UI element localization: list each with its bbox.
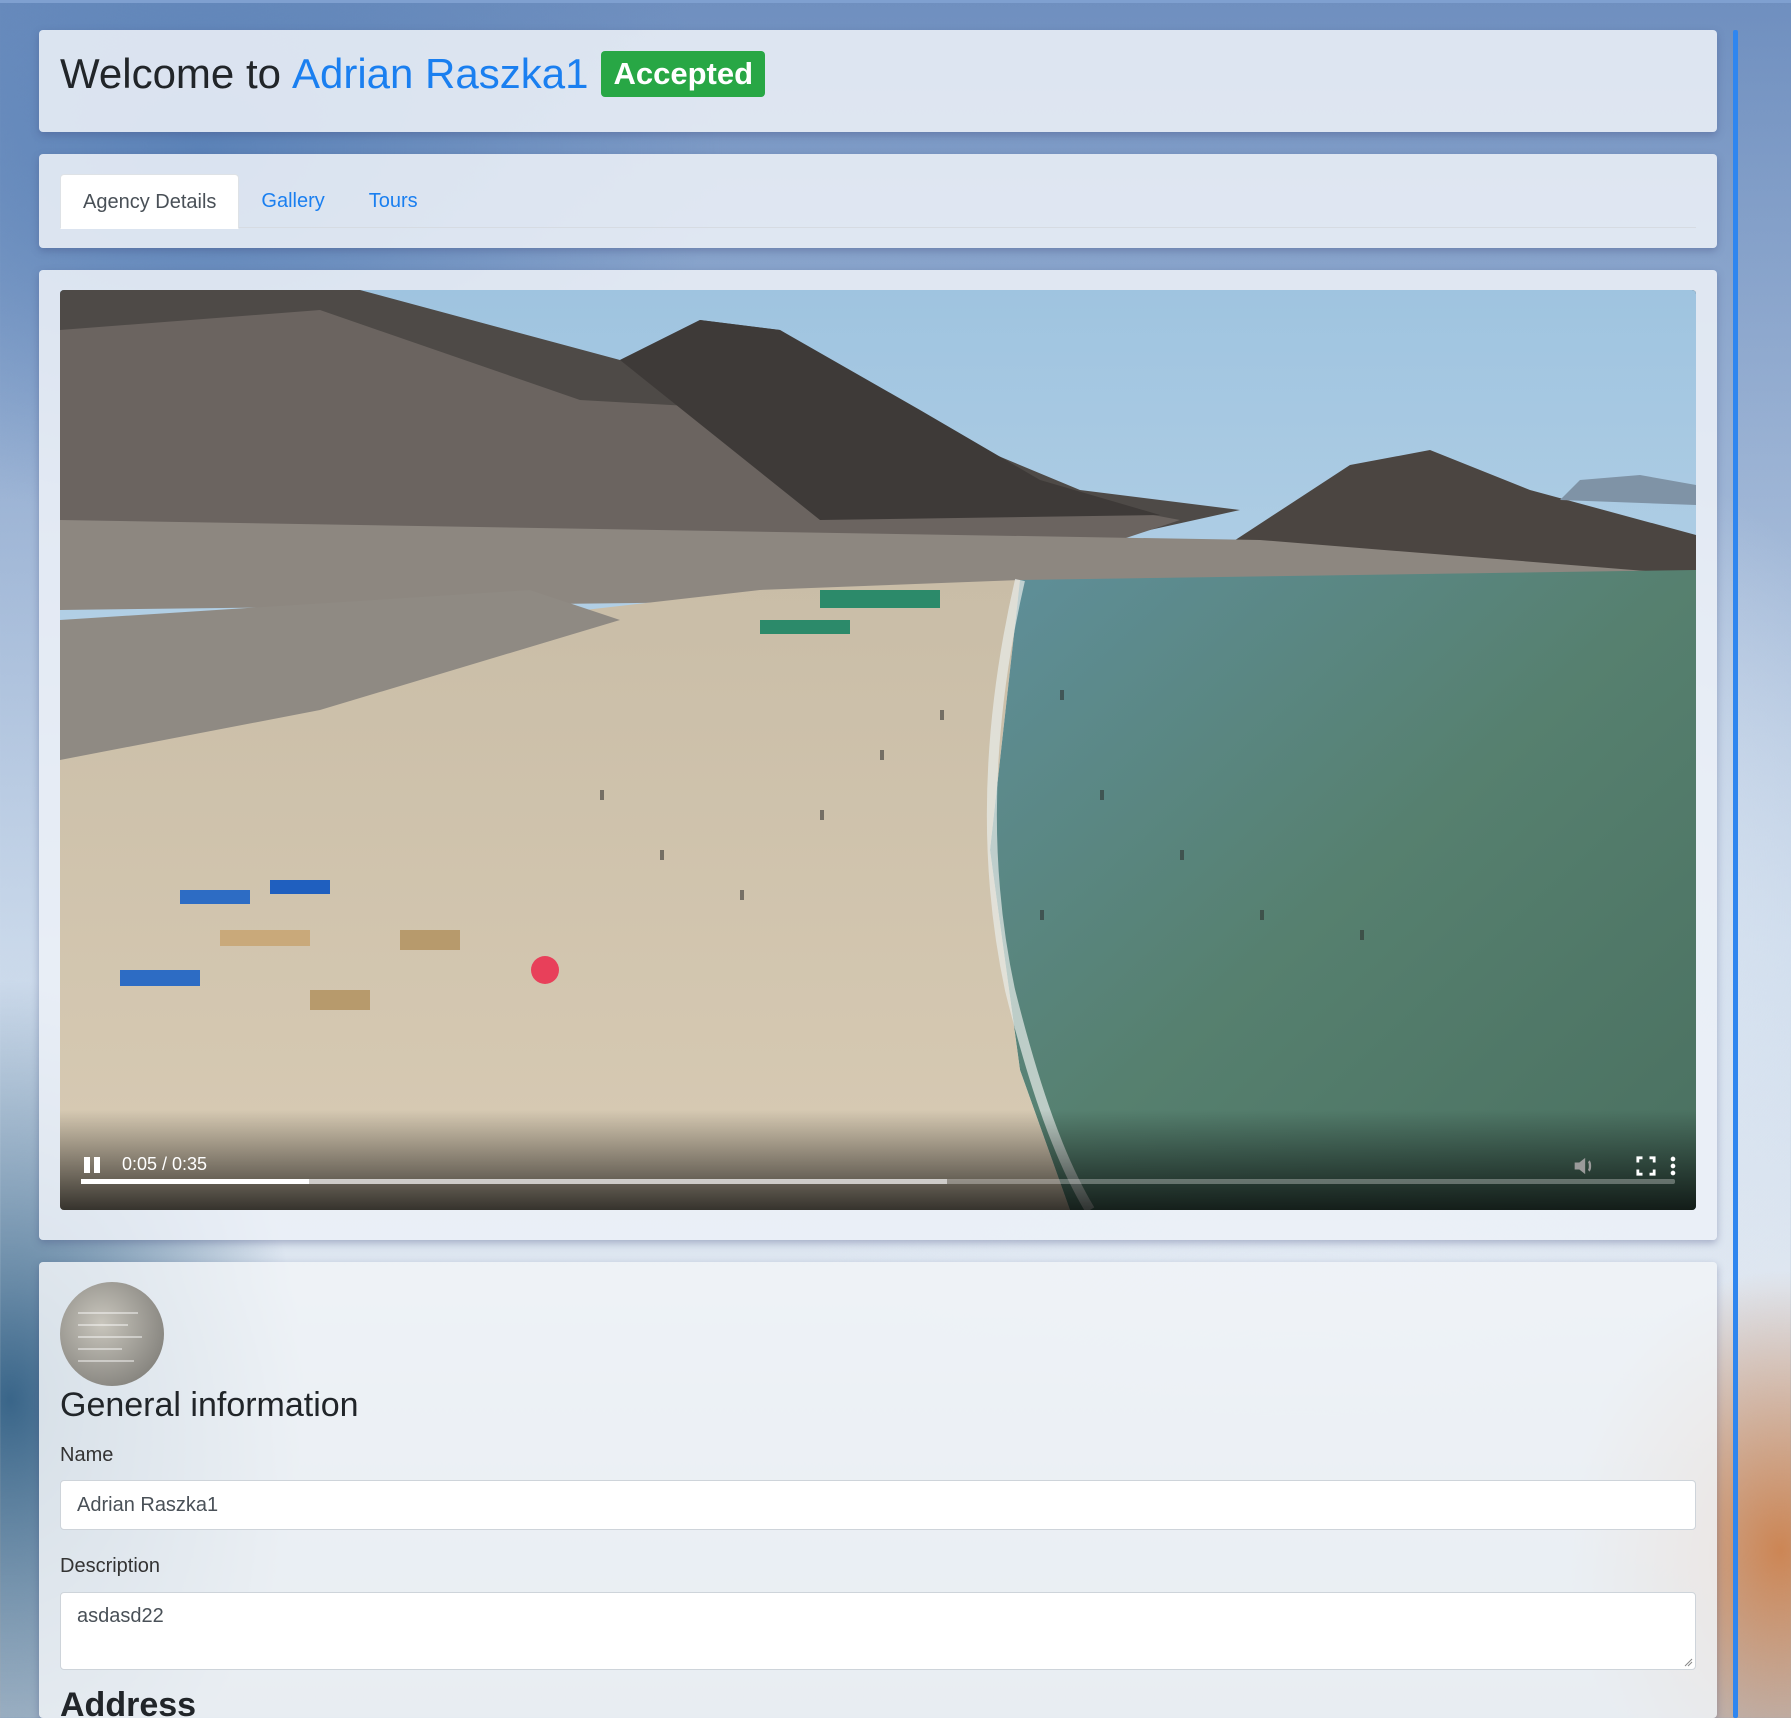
description-label: Description (60, 1555, 161, 1577)
welcome-card: Welcome to Adrian Raszka1 Accepted (39, 30, 1717, 132)
video-progress-bar[interactable] (81, 1179, 1675, 1184)
time-display: 0:05 / 0:35 (122, 1154, 208, 1174)
avatar (60, 1282, 164, 1386)
scrollbar[interactable] (1733, 30, 1738, 1718)
video-frame-beach-scene (60, 290, 1696, 1210)
pause-icon[interactable] (82, 1154, 104, 1178)
tab-agency-details[interactable]: Agency Details (60, 174, 240, 229)
video-progress (81, 1179, 309, 1184)
welcome-prefix: Welcome to (60, 50, 281, 97)
tab-bar: Agency Details Gallery Tours (60, 174, 1696, 229)
description-value: asdasd22 (77, 1605, 164, 1627)
resize-handle-icon[interactable] (1683, 1657, 1693, 1667)
video-player[interactable]: 0:05 / 0:35 (60, 290, 1696, 1210)
video-card: 0:05 / 0:35 (39, 270, 1717, 1240)
name-field[interactable] (60, 1480, 1696, 1530)
video-controls: 0:05 / 0:35 (60, 1110, 1696, 1210)
status-badge: Accepted (601, 51, 766, 97)
name-label: Name (60, 1444, 114, 1466)
tab-gallery[interactable]: Gallery (239, 174, 346, 228)
fullscreen-icon[interactable] (1632, 1152, 1660, 1180)
address-heading: Address (60, 1686, 197, 1718)
page-title: Welcome to Adrian Raszka1 Accepted (60, 50, 766, 98)
description-field[interactable]: asdasd22 (60, 1592, 1696, 1670)
volume-icon[interactable] (1570, 1152, 1598, 1180)
top-border (0, 0, 1791, 3)
agency-name: Adrian Raszka1 (291, 50, 589, 97)
general-info-card: General information Name Description asd… (39, 1262, 1717, 1718)
section-title: General information (60, 1386, 359, 1424)
tabs-card: Agency Details Gallery Tours (39, 154, 1717, 248)
more-options-icon[interactable] (1659, 1152, 1687, 1180)
tab-tours[interactable]: Tours (347, 174, 440, 228)
